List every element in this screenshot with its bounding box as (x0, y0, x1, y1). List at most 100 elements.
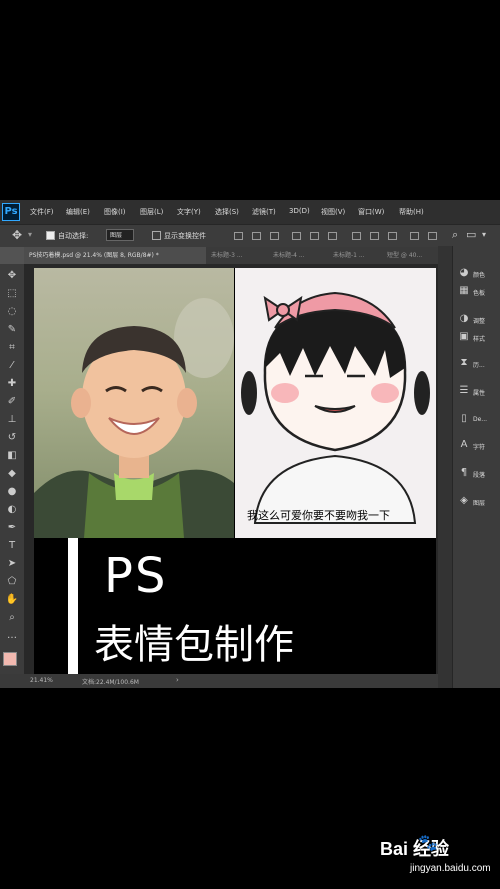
zoom-level[interactable]: 21.41% (30, 677, 53, 684)
more-tools-icon[interactable]: … (4, 628, 20, 644)
align-left-icon[interactable] (292, 232, 301, 240)
auto-select-checkbox[interactable] (46, 231, 55, 240)
menu-image[interactable]: 图像(I) (104, 207, 126, 217)
menu-view[interactable]: 视图(V) (321, 207, 345, 217)
distribute-top-icon[interactable] (352, 232, 361, 240)
options-bar: ✥ ▾ 自动选择: 图层 显示变换控件 ⌕ ▭ ▾ (0, 224, 500, 247)
show-transform-label: 显示变换控件 (164, 232, 206, 240)
zoom-tool-icon[interactable]: ⌕ (4, 610, 20, 626)
adjustments-icon: ◑ (459, 313, 469, 324)
meme-caption: 我这么可爱你要不要吻我一下 (247, 509, 390, 522)
menu-help[interactable]: 帮助(H) (399, 207, 424, 217)
decorative-bar (68, 538, 78, 674)
distribute-vcenter-icon[interactable] (370, 232, 379, 240)
align-top-icon[interactable] (234, 232, 243, 240)
pen-tool-icon[interactable]: ✒ (4, 520, 20, 536)
tab-short[interactable]: 短型 @ 40... (382, 247, 438, 264)
menu-edit[interactable]: 编辑(E) (66, 207, 90, 217)
title-banner: PS 表情包制作 (34, 538, 436, 678)
color-icon: ◕ (459, 267, 469, 278)
type-tool-icon[interactable]: T (4, 538, 20, 554)
align-hcenter-icon[interactable] (310, 232, 319, 240)
tab-active-document[interactable]: PS技巧着模.psd @ 21.4% (图层 8, RGB/8#) * (24, 247, 206, 264)
panel-properties[interactable]: ☰ 属性 (455, 380, 499, 402)
photoshop-window: Ps 文件(F) 编辑(E) 图像(I) 图层(L) 文字(Y) 选择(S) 滤… (0, 200, 500, 688)
panel-paragraph[interactable]: ¶ 段落 (455, 462, 499, 484)
panel-character[interactable]: A 字符 (455, 434, 499, 456)
menu-window[interactable]: 窗口(W) (358, 207, 384, 217)
tab-untitled-3[interactable]: 未标题-3 ... (206, 247, 268, 264)
lasso-tool-icon[interactable]: ◌ (4, 304, 20, 320)
distribute-bottom-icon[interactable] (388, 232, 397, 240)
hand-tool-icon[interactable]: ✋ (4, 592, 20, 608)
menu-3d[interactable]: 3D(D) (289, 207, 310, 215)
workspace-icon[interactable]: ▭ (466, 228, 476, 241)
history-icon: ⧗ (460, 357, 468, 368)
panel-layers[interactable]: ◈ 图层 (455, 490, 499, 512)
clone-stamp-tool-icon[interactable]: ⊥ (4, 412, 20, 428)
dodge-tool-icon[interactable]: ◐ (4, 502, 20, 518)
tools-panel: ✥ ⬚ ◌ ✎ ⌗ ⁄ ✚ ✐ ⊥ ↺ ◧ ◆ ● ◐ ✒ T ➤ ⬠ ✋ ⌕ … (0, 264, 24, 678)
chevron-down-icon[interactable]: ▾ (482, 230, 486, 239)
watermark-url: jingyan.baidu.com (410, 863, 491, 874)
eyedropper-tool-icon[interactable]: ⁄ (4, 358, 20, 374)
brush-tool-icon[interactable]: ✐ (4, 394, 20, 410)
crop-tool-icon[interactable]: ⌗ (4, 340, 20, 356)
menu-file[interactable]: 文件(F) (30, 207, 54, 217)
menu-layer[interactable]: 图层(L) (140, 207, 163, 217)
align-vcenter-icon[interactable] (252, 232, 261, 240)
paragraph-icon: ¶ (460, 467, 468, 478)
watermark-brand: Bai 经验 (380, 839, 450, 859)
chevron-down-icon[interactable]: ▾ (28, 230, 32, 239)
healing-brush-tool-icon[interactable]: ✚ (4, 376, 20, 392)
panel-history[interactable]: ⧗ 历... (455, 352, 499, 374)
paint-bucket-tool-icon[interactable]: ◆ (4, 466, 20, 482)
move-tool-icon[interactable]: ✥ (4, 268, 20, 284)
move-tool-icon[interactable]: ✥ (12, 228, 22, 242)
history-brush-tool-icon[interactable]: ↺ (4, 430, 20, 446)
menu-select[interactable]: 选择(S) (215, 207, 239, 217)
distribute-left-icon[interactable] (410, 232, 419, 240)
paw-icon: 🐾 (418, 835, 438, 852)
tab-untitled-1[interactable]: 未标题-1 ... (328, 247, 382, 264)
banner-title: PS (104, 548, 168, 604)
eraser-tool-icon[interactable]: ◧ (4, 448, 20, 464)
status-bar: 21.41% 文档:22.4M/100.6M › (0, 674, 438, 688)
character-icon: A (460, 439, 468, 450)
layers-icon: ◈ (460, 495, 468, 506)
right-panel-dock: ◕ 颜色 ▦ 色板 ◑ 调整 ▣ 样式 ⧗ 历... ☰ 属性 ▯ De... A 字符 ¶ 段落… (452, 246, 500, 688)
shape-tool-icon[interactable]: ⬠ (4, 574, 20, 590)
panel-device[interactable]: ▯ De... (455, 408, 499, 430)
chevron-right-icon[interactable]: › (176, 676, 179, 684)
marquee-tool-icon[interactable]: ⬚ (4, 286, 20, 302)
canvas-area: 我这么可爱你要不要吻我一下 PS 表情包制作 (24, 264, 438, 678)
cartoon-girl-image: 我这么可爱你要不要吻我一下 (235, 268, 436, 538)
quick-select-tool-icon[interactable]: ✎ (4, 322, 20, 338)
menu-bar: Ps 文件(F) 编辑(E) 图像(I) 图层(L) 文字(Y) 选择(S) 滤… (0, 200, 500, 224)
banner-subtitle: 表情包制作 (94, 622, 294, 668)
show-transform-checkbox[interactable] (152, 231, 161, 240)
swatches-icon: ▦ (459, 285, 469, 296)
align-right-icon[interactable] (328, 232, 337, 240)
distribute-right-icon[interactable] (428, 232, 437, 240)
document-size: 文档:22.4M/100.6M (82, 679, 139, 686)
blur-tool-icon[interactable]: ● (4, 484, 20, 500)
foreground-color-swatch[interactable] (3, 652, 17, 666)
auto-select-label: 自动选择: (58, 232, 89, 240)
align-bottom-icon[interactable] (270, 232, 279, 240)
styles-icon: ▣ (459, 331, 469, 342)
panel-swatches[interactable]: ▦ 色板 (455, 280, 499, 302)
menu-type[interactable]: 文字(Y) (177, 207, 201, 217)
panel-styles[interactable]: ▣ 样式 (455, 326, 499, 348)
properties-icon: ☰ (459, 385, 469, 396)
panel-collapse-strip[interactable] (438, 246, 452, 688)
document-tabs: PS技巧着模.psd @ 21.4% (图层 8, RGB/8#) * 未标题-… (24, 247, 438, 264)
kid-photo (34, 268, 234, 538)
search-icon[interactable]: ⌕ (452, 228, 458, 242)
document-canvas[interactable]: 我这么可爱你要不要吻我一下 PS 表情包制作 (34, 268, 436, 678)
auto-select-dropdown[interactable]: 图层 (106, 229, 134, 241)
path-select-tool-icon[interactable]: ➤ (4, 556, 20, 572)
tab-untitled-4[interactable]: 未标题-4 ... (268, 247, 328, 264)
menu-filter[interactable]: 滤镜(T) (252, 207, 276, 217)
photoshop-logo: Ps (2, 203, 20, 221)
